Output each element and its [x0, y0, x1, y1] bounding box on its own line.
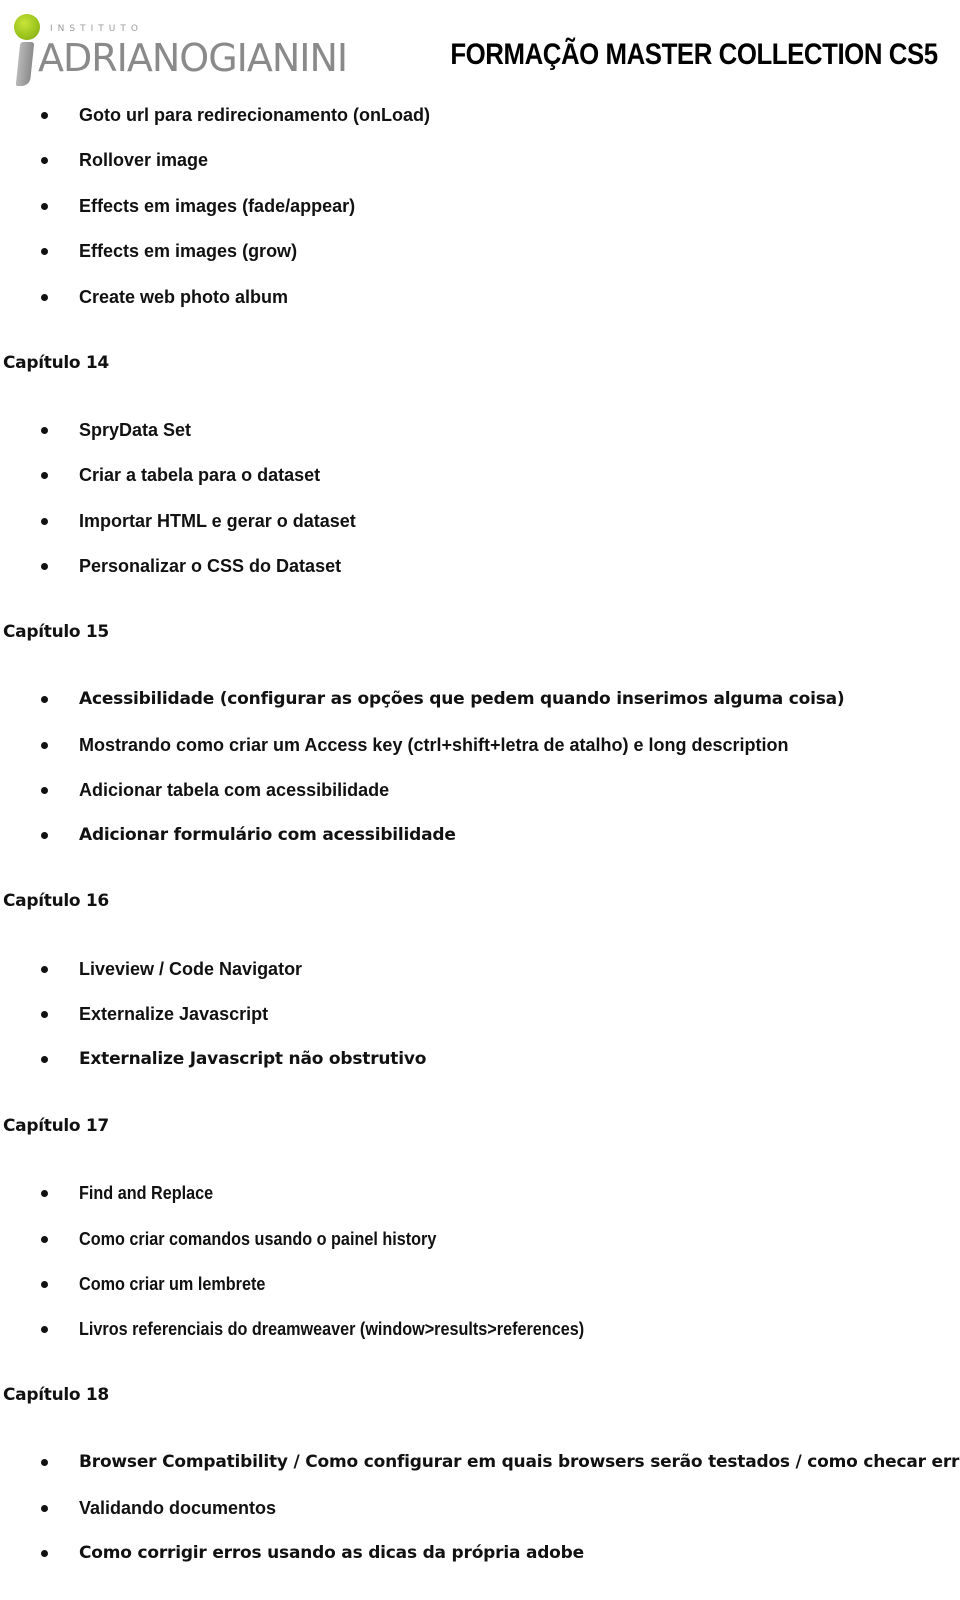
bullet-icon — [41, 787, 48, 794]
bullet-icon — [41, 157, 48, 164]
list-item: Como criar comandos usando o painel hist… — [0, 1224, 940, 1254]
bullet-icon — [41, 427, 48, 434]
list-item: Externalize Javascript não obstrutivo — [0, 1044, 940, 1074]
list-item: Rollover image — [0, 145, 940, 175]
logo-i-icon — [15, 42, 35, 86]
bullet-icon — [41, 742, 48, 749]
list-item: SpryData Set — [0, 415, 940, 445]
list-item: Importar HTML e gerar o dataset — [0, 506, 940, 536]
list-item: Livros referenciais do dreamweaver (wind… — [0, 1314, 940, 1344]
list-item: Validando documentos — [0, 1493, 940, 1523]
chapter-heading: Capítulo 14 — [3, 353, 109, 373]
page-header: INSTITUTO ADRIANOGIANINI FORMAÇÃO MASTER… — [0, 0, 960, 90]
logo-ball-icon — [14, 14, 40, 40]
bullet-icon — [41, 1281, 48, 1288]
bullet-icon — [41, 1011, 48, 1018]
logo-prefix: INSTITUTO — [50, 24, 143, 34]
bullet-icon — [41, 1326, 48, 1333]
list-item: Acessibilidade (configurar as opções que… — [0, 684, 940, 714]
bullet-icon — [41, 563, 48, 570]
list-item: Liveview / Code Navigator — [0, 954, 940, 984]
bullet-icon — [41, 518, 48, 525]
bullet-icon — [41, 472, 48, 479]
chapter-heading: Capítulo 15 — [3, 622, 109, 642]
list-item: Criar a tabela para o dataset — [0, 460, 940, 490]
bullet-icon — [41, 1459, 48, 1466]
list-item: Effects em images (fade/appear) — [0, 191, 940, 221]
bullet-icon — [41, 112, 48, 119]
bullet-icon — [41, 696, 48, 703]
bullet-icon — [41, 1190, 48, 1197]
chapter-heading: Capítulo 16 — [3, 891, 109, 911]
list-item: Goto url para redirecionamento (onLoad) — [0, 100, 940, 130]
list-item: Mostrando como criar um Access key (ctrl… — [0, 730, 940, 760]
logo-name: ADRIANOGIANINI — [38, 36, 348, 80]
list-item: Effects em images (grow) — [0, 236, 940, 266]
institute-logo: INSTITUTO ADRIANOGIANINI — [8, 8, 348, 86]
bullet-icon — [41, 832, 48, 839]
list-item: Como corrigir erros usando as dicas da p… — [0, 1538, 940, 1568]
list-item: Adicionar tabela com acessibilidade — [0, 775, 940, 805]
bullet-icon — [41, 248, 48, 255]
bullet-icon — [41, 1236, 48, 1243]
list-item: Personalizar o CSS do Dataset — [0, 551, 940, 581]
bullet-icon — [41, 203, 48, 210]
list-item: Como criar um lembrete — [0, 1269, 940, 1299]
bullet-icon — [41, 294, 48, 301]
bullet-icon — [41, 1505, 48, 1512]
list-item: Find and Replace — [0, 1178, 940, 1208]
list-item: Create web photo album — [0, 282, 940, 312]
list-item: Adicionar formulário com acessibilidade — [0, 820, 940, 850]
list-item: Externalize Javascript — [0, 999, 940, 1029]
bullet-icon — [41, 1550, 48, 1557]
list-item: Browser Compatibility / Como configurar … — [0, 1447, 960, 1477]
bullet-icon — [41, 1056, 48, 1063]
bullet-icon — [41, 966, 48, 973]
chapter-heading: Capítulo 18 — [3, 1385, 109, 1405]
chapter-heading: Capítulo 17 — [3, 1116, 109, 1136]
document-title: FORMAÇÃO MASTER COLLECTION CS5 — [450, 38, 939, 71]
